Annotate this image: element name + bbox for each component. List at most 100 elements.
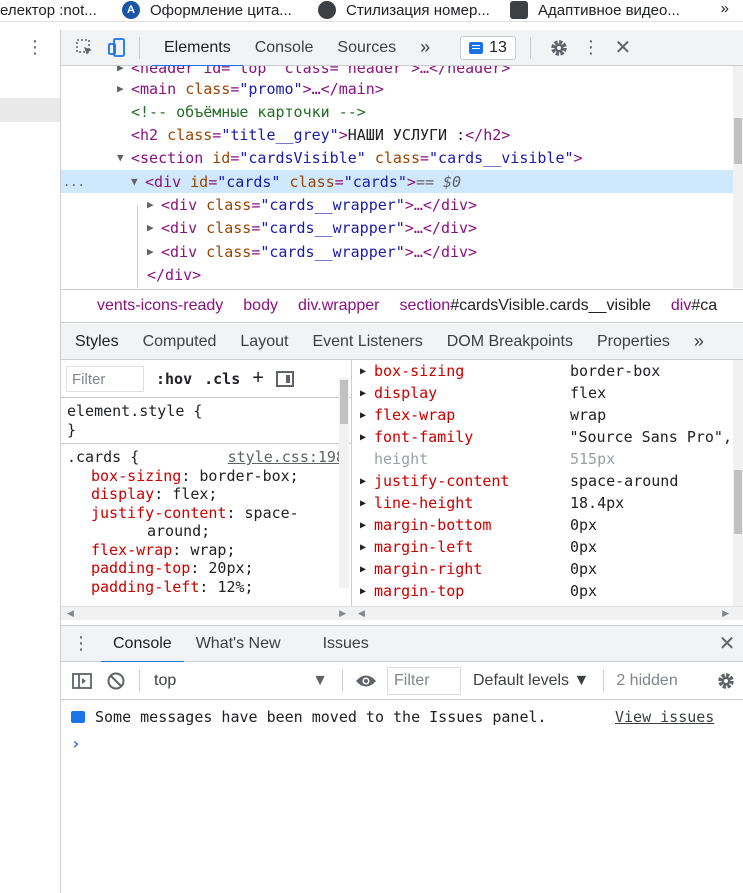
computed-property-row[interactable]: ▶ display flex (352, 382, 732, 404)
drawer-tab-issues[interactable]: Issues (311, 626, 381, 662)
tree-node-wrapper[interactable]: ▶ <div class = "cards__wrapper" >…</div> (147, 216, 477, 239)
drawer-tab-console[interactable]: Console (101, 626, 184, 663)
expand-triangle-icon[interactable]: ▶ (117, 82, 131, 95)
device-toolbar-icon[interactable] (101, 30, 133, 66)
tab-layout[interactable]: Layout (228, 324, 300, 359)
console-prompt-icon[interactable]: › (71, 734, 81, 753)
issues-badge[interactable]: 13 (460, 35, 516, 60)
breadcrumb-item[interactable]: div.wrapper (288, 297, 390, 315)
class-toggle[interactable]: .cls (204, 370, 240, 388)
tab-dom-breakpoints[interactable]: DOM Breakpoints (435, 324, 585, 359)
tab-styles[interactable]: Styles (63, 324, 131, 359)
tab-event-listeners[interactable]: Event Listeners (300, 324, 434, 359)
style-declaration[interactable]: padding-left: 12%; (67, 578, 345, 597)
view-issues-link[interactable]: View issues (615, 708, 714, 726)
computed-property-row[interactable]: ▶ justify-content space-around (352, 470, 732, 492)
expand-triangle-icon[interactable]: ▶ (352, 498, 374, 509)
settings-gear-icon[interactable] (543, 30, 575, 66)
computed-property-row[interactable]: ▶ flex-wrap wrap (352, 404, 732, 426)
expand-triangle-icon[interactable]: ▶ (352, 586, 374, 597)
tree-node-close-div[interactable]: </div> (147, 263, 201, 286)
inspect-element-icon[interactable] (69, 30, 101, 66)
computed-property-row[interactable]: ▶ box-sizing border-box (352, 360, 732, 382)
close-devtools-icon[interactable]: ✕ (607, 30, 639, 66)
style-declaration[interactable]: padding-top: 20px; (67, 559, 345, 578)
console-settings-gear-icon[interactable] (709, 671, 743, 691)
tree-node-wrapper[interactable]: ▶ <div class = "cards__wrapper" >…</div> (147, 193, 477, 216)
computed-property-row[interactable]: ▶ margin-bottom 0px (352, 514, 732, 536)
styles-horizontal-scrollbar[interactable]: ◀ ▶ (61, 606, 352, 620)
expand-triangle-icon[interactable]: ▶ (147, 221, 161, 234)
clear-console-icon[interactable] (99, 672, 133, 690)
customize-menu-icon[interactable]: ⋮ (575, 30, 607, 66)
expand-triangle-icon[interactable]: ▶ (352, 388, 374, 399)
tree-node-wrapper[interactable]: ▶ <div class = "cards__wrapper" >…</div> (147, 240, 477, 263)
style-declaration[interactable]: display: flex; (67, 485, 345, 504)
drawer-tab-whats-new[interactable]: What's New (184, 626, 293, 662)
expand-triangle-icon[interactable]: ▶ (352, 564, 374, 575)
collapse-triangle-icon[interactable]: ▼ (117, 151, 131, 164)
tree-node-comment[interactable]: <!-- объёмные карточки --> (131, 100, 366, 123)
tab-console[interactable]: Console (243, 30, 326, 66)
style-declaration[interactable]: justify-content: space- (67, 504, 345, 523)
expand-triangle-icon[interactable]: ▶ (352, 476, 374, 487)
js-context-select[interactable]: top ▼ (146, 672, 336, 690)
breadcrumb-item[interactable]: vents-icons-ready (61, 297, 233, 315)
tab-elements[interactable]: Elements (152, 30, 243, 67)
more-subtabs-icon[interactable]: » (682, 324, 716, 359)
expand-triangle-icon[interactable]: ▶ (352, 520, 374, 531)
styles-filter-input[interactable]: Filter (66, 365, 144, 392)
new-style-rule-icon[interactable]: + (252, 367, 264, 390)
bookmark-2[interactable]: A Оформление цита... (122, 0, 292, 20)
live-expression-eye-icon[interactable] (349, 674, 383, 688)
scrollbar-thumb[interactable] (340, 380, 348, 424)
rule-selector[interactable]: element.style { (67, 402, 345, 421)
breadcrumb-item[interactable]: div#ca (661, 297, 727, 315)
tab-computed[interactable]: Computed (131, 324, 229, 359)
expand-triangle-icon[interactable]: ▶ (352, 366, 374, 377)
expand-triangle-icon[interactable]: ▶ (352, 410, 374, 421)
computed-property-row[interactable]: ▶ line-height 18.4px (352, 492, 732, 514)
bookmarks-overflow-icon[interactable]: » (721, 0, 729, 17)
computed-property-row[interactable]: ▶ margin-top 0px (352, 580, 732, 602)
collapse-triangle-icon[interactable]: ▼ (131, 175, 145, 188)
style-declaration[interactable]: box-sizing: border-box; (67, 467, 345, 486)
tree-node-h2[interactable]: <h2 class = "title__grey" > НАШИ УСЛУГИ : </h… (131, 123, 510, 146)
computed-property-row[interactable]: ▶ margin-left 0px (352, 536, 732, 558)
expand-triangle-icon[interactable]: ▶ (352, 542, 374, 553)
computed-horizontal-scrollbar[interactable]: ◀ ▶ (352, 606, 743, 620)
bookmark-1[interactable]: електор :not... (0, 0, 97, 20)
node-actions-ellipsis-icon[interactable]: ... (61, 175, 131, 189)
expand-triangle-icon[interactable]: ▶ (117, 66, 131, 74)
rule-source-link[interactable]: style.css:198 (228, 448, 345, 466)
breadcrumb-item[interactable]: section#cardsVisible.cards__visible (390, 297, 661, 315)
tree-node-section[interactable]: ▼ <section id = "cardsVisible" class = "card… (117, 146, 583, 169)
computed-property-row[interactable]: ▶ margin-right 0px (352, 558, 732, 580)
console-filter-input[interactable]: Filter (387, 666, 461, 695)
tab-sources[interactable]: Sources (325, 30, 408, 66)
scrollbar-thumb[interactable] (734, 118, 742, 164)
expand-triangle-icon[interactable]: ▶ (147, 198, 161, 211)
computed-property-row[interactable]: ▶ font-family "Source Sans Pro", (352, 426, 732, 448)
hover-state-toggle[interactable]: :hov (156, 370, 192, 388)
expand-triangle-icon[interactable]: ▶ (147, 245, 161, 258)
tree-node-selected-div[interactable]: ... ▼ <div id = "cards" class = "cards" > == … (61, 170, 733, 193)
breadcrumb-item[interactable]: body (233, 297, 288, 315)
computed-property-row[interactable]: height 515px (352, 448, 732, 470)
bookmark-4[interactable]: Адаптивное видео... (510, 0, 680, 20)
style-declaration[interactable]: flex-wrap: wrap; (67, 541, 345, 560)
show-sidebar-icon[interactable] (65, 672, 99, 689)
log-levels-dropdown[interactable]: Default levels ▼ (473, 672, 589, 690)
bookmark-3[interactable]: Стилизация номер... (318, 0, 490, 20)
expand-triangle-icon[interactable]: ▶ (352, 432, 374, 443)
drawer-menu-icon[interactable]: ⋮ (61, 626, 101, 662)
elements-scrollbar[interactable] (733, 66, 743, 288)
more-options-icon[interactable]: ⋮ (26, 38, 44, 56)
computed-scrollbar[interactable] (733, 360, 743, 606)
tab-properties[interactable]: Properties (585, 324, 682, 359)
styles-scrollbar[interactable] (339, 378, 349, 588)
more-tabs-icon[interactable]: » (408, 30, 442, 66)
rule-selector[interactable]: .cards { (67, 448, 139, 466)
close-drawer-icon[interactable]: ✕ (711, 626, 743, 662)
scrollbar-thumb[interactable] (734, 470, 742, 534)
